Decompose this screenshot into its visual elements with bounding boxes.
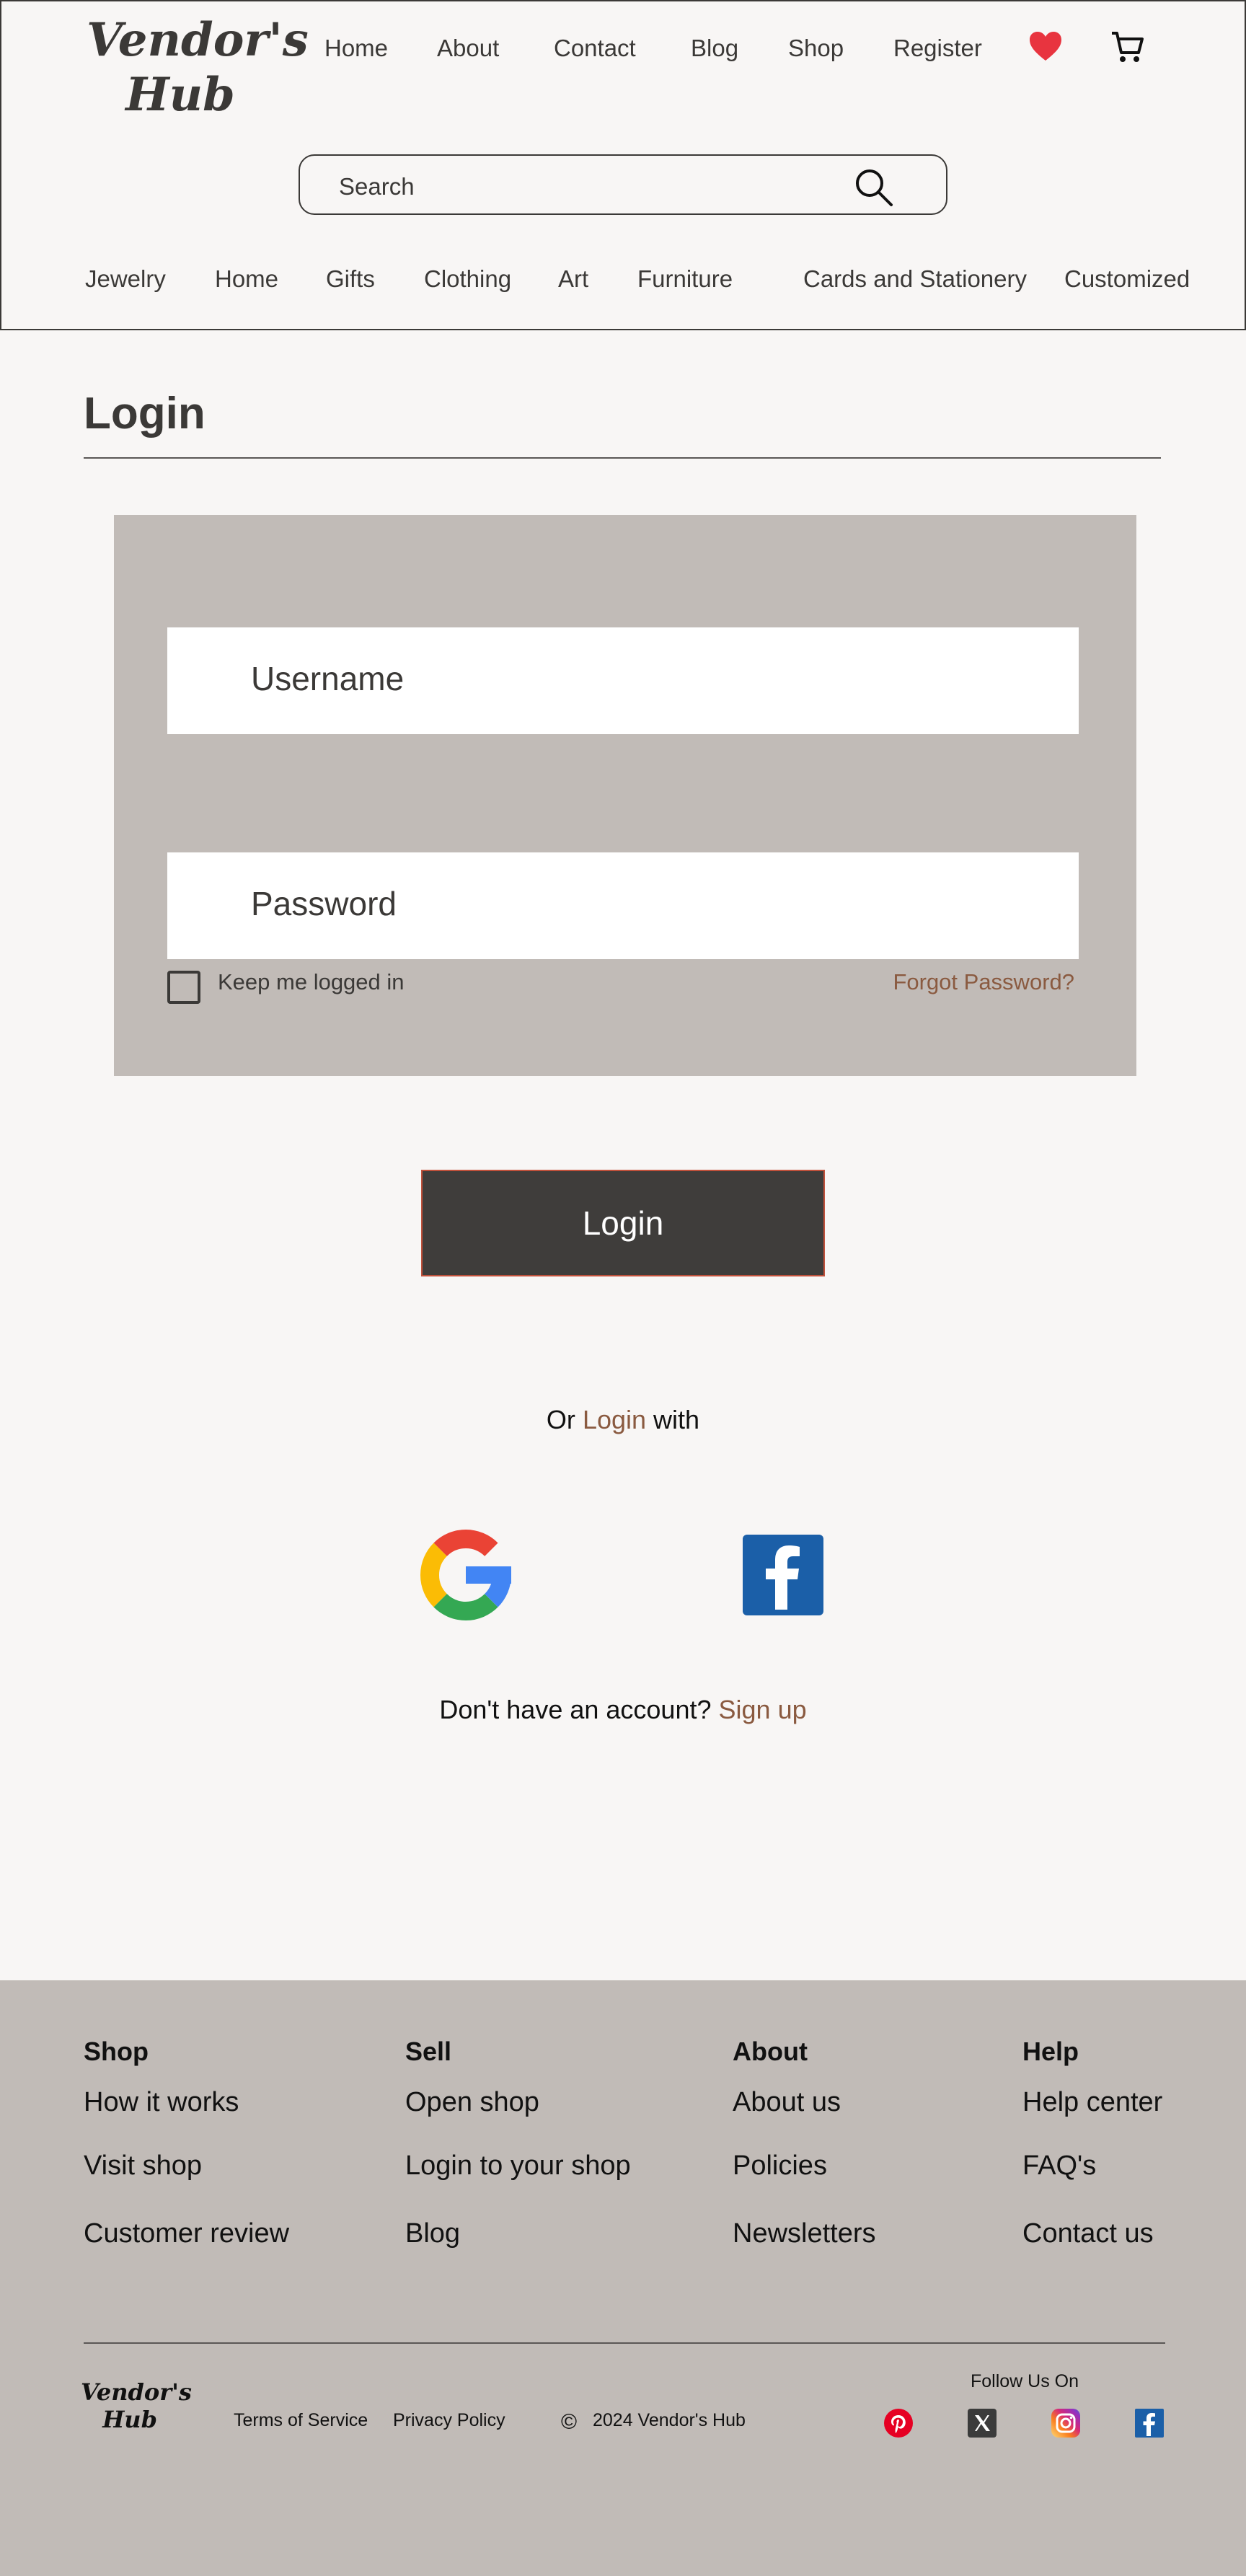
instagram-icon[interactable] — [1051, 2409, 1080, 2438]
footer-link-open-shop[interactable]: Open shop — [405, 2087, 539, 2118]
footer-link-about-us[interactable]: About us — [733, 2087, 841, 2118]
follow-us-label: Follow Us On — [971, 2371, 1079, 2391]
username-field[interactable]: Username — [167, 627, 1079, 734]
category-art[interactable]: Art — [558, 265, 588, 293]
nav-register[interactable]: Register — [893, 35, 982, 68]
footer-heading-shop: Shop — [84, 2037, 149, 2066]
category-furniture[interactable]: Furniture — [637, 265, 733, 293]
facebook-icon[interactable] — [743, 1535, 823, 1615]
category-customized[interactable]: Customized — [1064, 265, 1190, 293]
footer-link-help-center[interactable]: Help center — [1022, 2087, 1162, 2118]
password-field[interactable]: Password — [167, 852, 1079, 959]
site-header: Vendor's Hub Home About Contact Blog Sho… — [0, 0, 1246, 330]
category-jewelry[interactable]: Jewelry — [85, 265, 166, 293]
or-login-link[interactable]: Login — [583, 1405, 646, 1434]
login-button[interactable]: Login — [421, 1170, 825, 1276]
footer-link-customer-review[interactable]: Customer review — [84, 2218, 289, 2249]
category-cards-stationery[interactable]: Cards and Stationery — [803, 265, 1027, 293]
facebook-icon[interactable] — [1135, 2409, 1164, 2438]
pinterest-icon[interactable] — [884, 2409, 913, 2438]
password-placeholder: Password — [251, 885, 397, 922]
footer-link-blog[interactable]: Blog — [405, 2218, 460, 2249]
category-home[interactable]: Home — [215, 265, 278, 293]
category-gifts[interactable]: Gifts — [326, 265, 375, 293]
nav-blog[interactable]: Blog — [691, 35, 738, 68]
or-login-with-text: Or Login with — [0, 1405, 1246, 1435]
search-input[interactable]: Search — [339, 173, 415, 200]
site-logo[interactable]: Vendor's Hub — [87, 13, 309, 123]
keep-logged-in-checkbox[interactable] — [167, 971, 200, 1004]
page-title: Login — [84, 389, 206, 438]
footer-heading-sell: Sell — [405, 2037, 452, 2066]
site-footer — [0, 1980, 1246, 2576]
forgot-password-link[interactable]: Forgot Password? — [893, 969, 1074, 995]
search-icon[interactable] — [852, 166, 894, 208]
title-divider — [84, 457, 1161, 459]
footer-heading-about: About — [733, 2037, 808, 2066]
nav-home[interactable]: Home — [324, 35, 388, 68]
or-suffix: with — [653, 1405, 700, 1434]
heart-icon[interactable] — [1028, 30, 1063, 62]
footer-logo[interactable]: Vendor's Hub — [81, 2378, 192, 2433]
or-prefix: Or — [546, 1405, 575, 1434]
nav-contact[interactable]: Contact — [554, 35, 636, 68]
footer-link-contact-us[interactable]: Contact us — [1022, 2218, 1154, 2249]
category-clothing[interactable]: Clothing — [424, 265, 511, 293]
footer-link-faqs[interactable]: FAQ's — [1022, 2151, 1096, 2182]
footer-heading-help: Help — [1022, 2037, 1079, 2066]
terms-of-service-link[interactable]: Terms of Service — [234, 2410, 368, 2431]
copyright-icon: © — [561, 2410, 578, 2434]
footer-divider — [84, 2342, 1165, 2344]
google-icon[interactable] — [420, 1529, 512, 1621]
footer-link-how-it-works[interactable]: How it works — [84, 2087, 239, 2118]
signup-link[interactable]: Sign up — [719, 1695, 807, 1724]
copyright-text: 2024 Vendor's Hub — [593, 2410, 746, 2430]
cart-icon[interactable] — [1109, 29, 1145, 65]
nav-shop[interactable]: Shop — [788, 35, 844, 68]
privacy-policy-link[interactable]: Privacy Policy — [393, 2410, 505, 2431]
keep-logged-in-label[interactable]: Keep me logged in — [218, 969, 405, 995]
no-account-text: Don't have an account? — [439, 1695, 712, 1724]
footer-link-newsletters[interactable]: Newsletters — [733, 2218, 876, 2249]
x-icon[interactable] — [968, 2409, 997, 2438]
footer-link-login-shop[interactable]: Login to your shop — [405, 2151, 631, 2182]
username-placeholder: Username — [251, 660, 405, 697]
nav-about[interactable]: About — [437, 35, 499, 68]
footer-link-visit-shop[interactable]: Visit shop — [84, 2151, 202, 2182]
search-bar[interactable]: Search — [299, 154, 947, 215]
footer-link-policies[interactable]: Policies — [733, 2151, 827, 2182]
signup-prompt: Don't have an account? Sign up — [0, 1695, 1246, 1725]
